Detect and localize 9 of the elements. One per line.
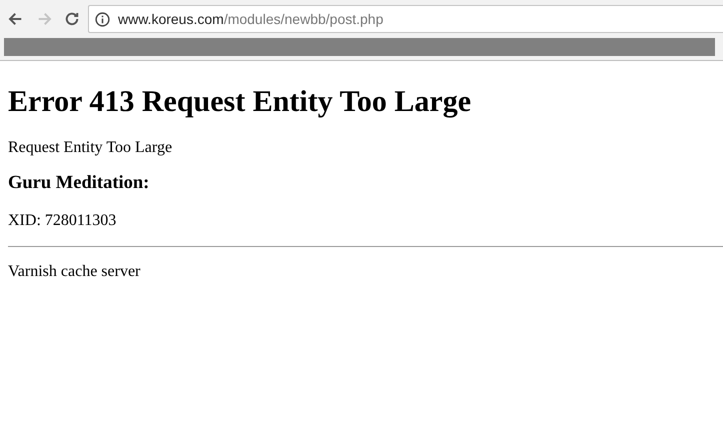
info-icon: [95, 12, 110, 26]
xid-text: XID: 728011303: [8, 212, 118, 230]
error-message: Request Entity Too Large: [8, 139, 174, 157]
url-text: www.koreus.com/modules/newbb/post.php: [118, 11, 384, 27]
footer-text: Varnish cache server: [8, 263, 142, 281]
error-heading: Error 413 Request Entity Too Large: [8, 85, 472, 119]
address-bar[interactable]: www.koreus.com/modules/newbb/post.php: [88, 5, 723, 33]
reload-icon: [63, 10, 81, 28]
subheading: Guru Meditation:: [8, 173, 150, 194]
